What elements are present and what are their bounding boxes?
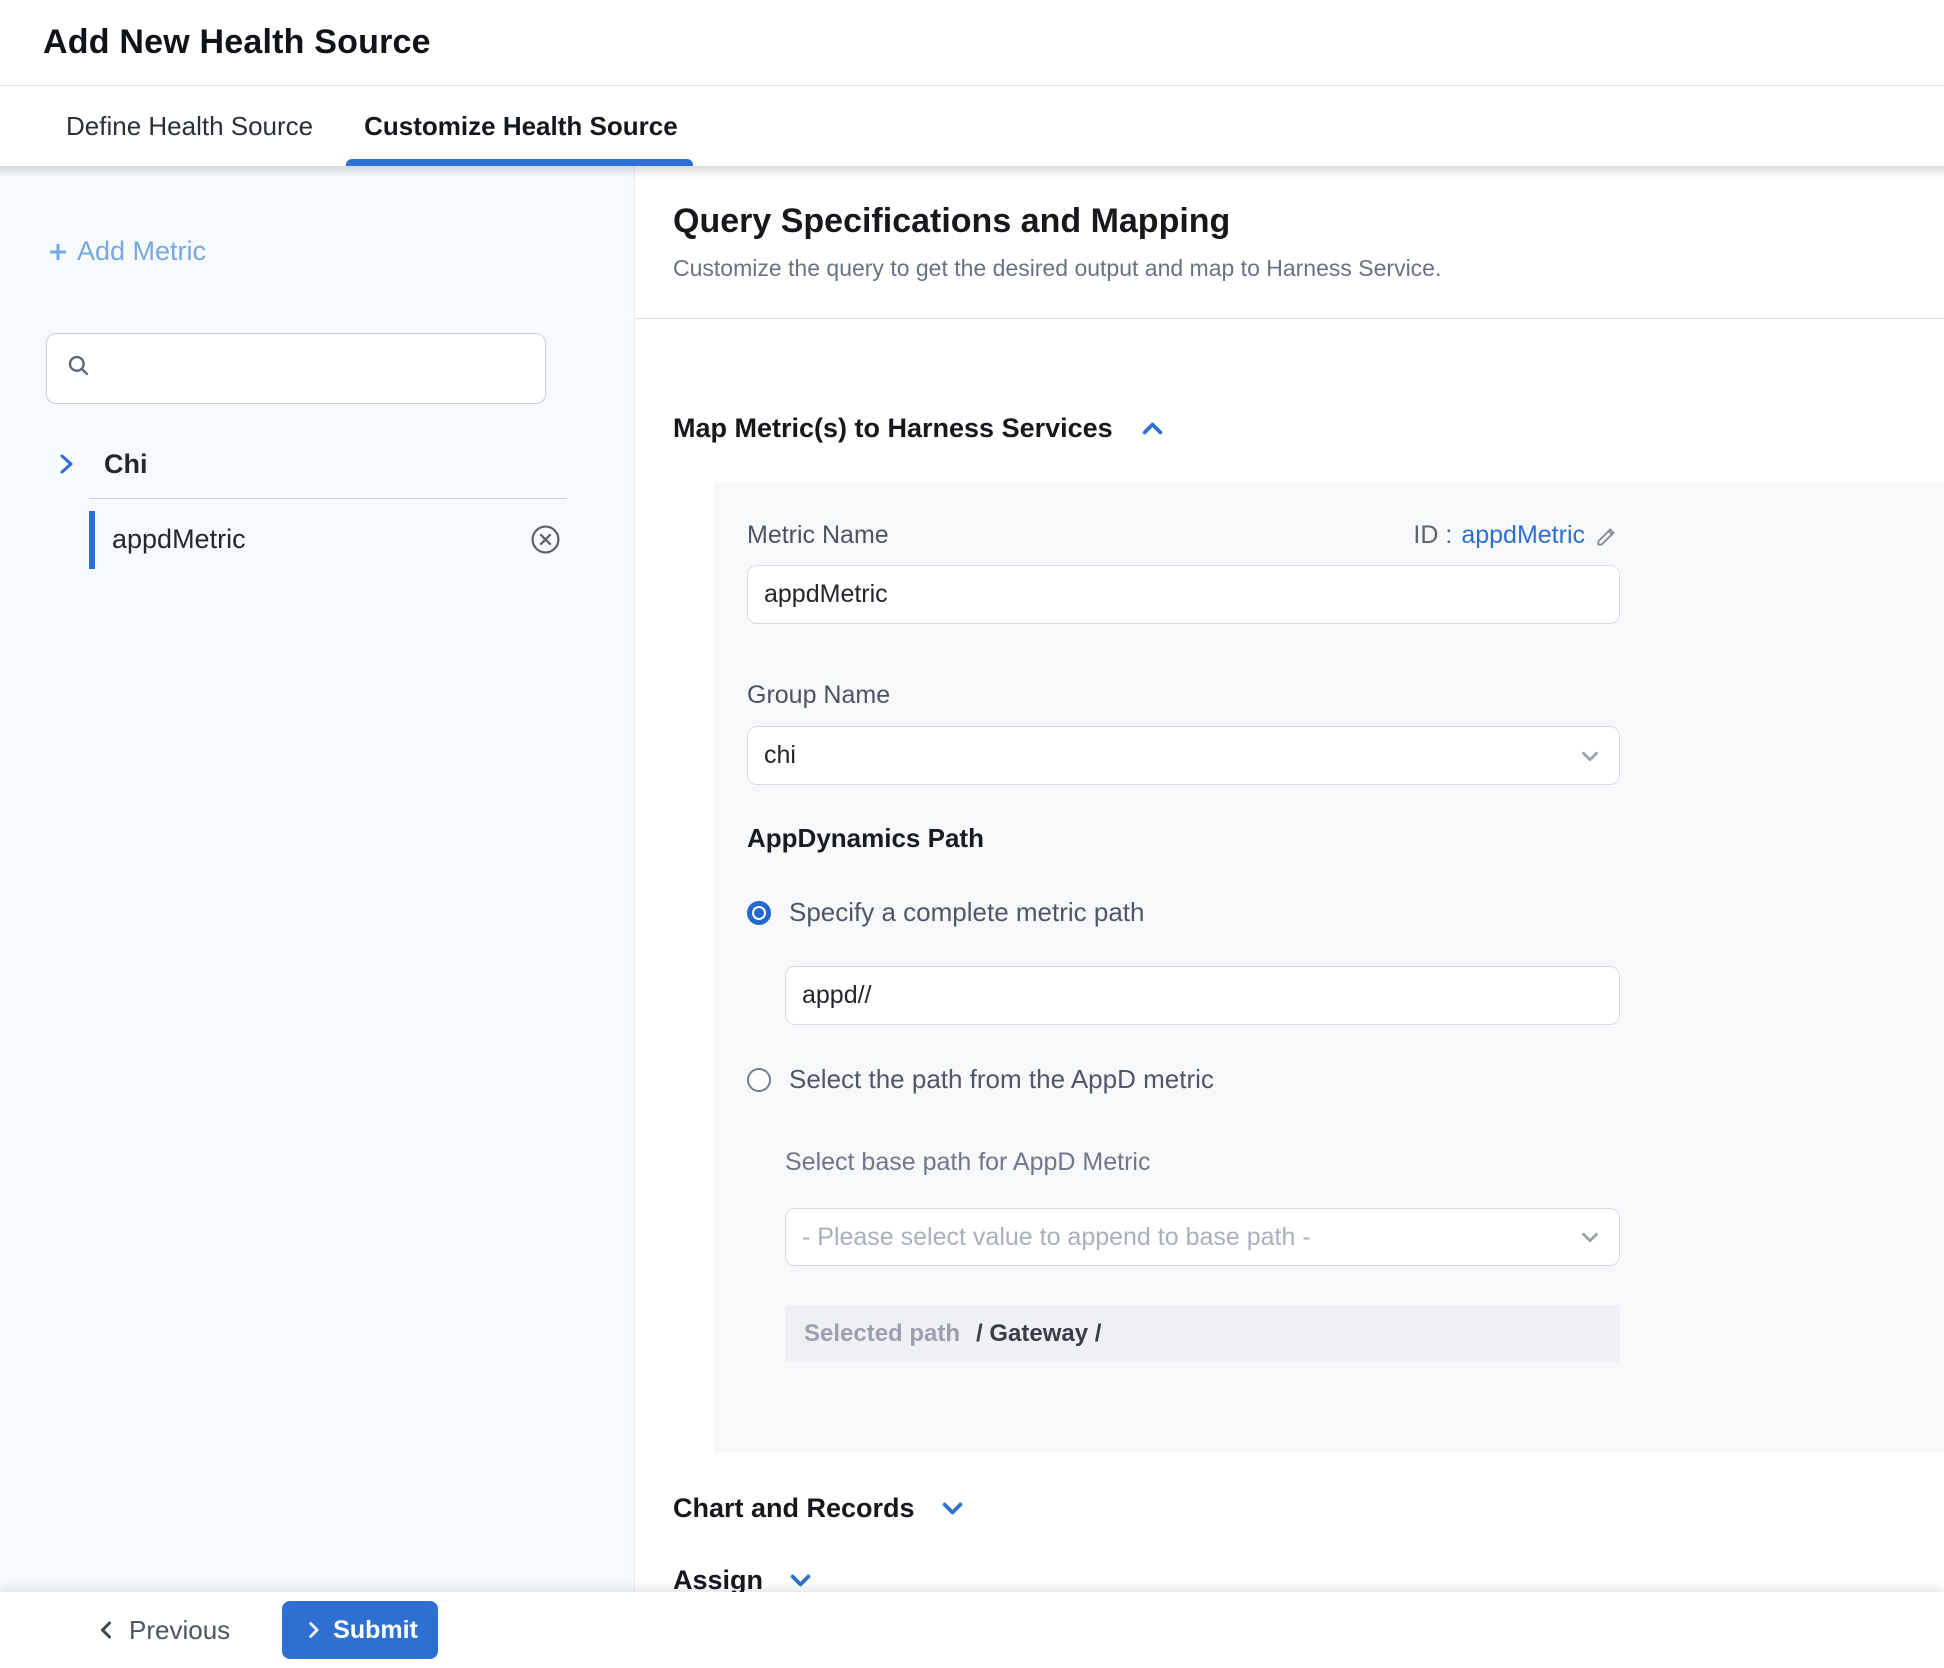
edit-id-button[interactable] (1594, 523, 1620, 549)
circled-x-icon (530, 524, 561, 555)
sidebar-item-appdmetric[interactable]: appdMetric (89, 511, 567, 569)
metric-name-label: Metric Name (747, 521, 889, 550)
complete-metric-path-input[interactable] (785, 966, 1620, 1025)
assign-title: Assign (673, 1565, 763, 1592)
metrics-sidebar: Add Metric Chi appdMetric (0, 166, 635, 1592)
chevron-right-icon (302, 1619, 324, 1641)
metric-name-label-row: Metric Name ID : appdMetric (747, 521, 1620, 550)
add-metric-button[interactable]: Add Metric (46, 236, 206, 267)
add-metric-label: Add Metric (77, 236, 206, 267)
section-heading: Query Specifications and Mapping (673, 202, 1944, 241)
group-label: Chi (104, 449, 148, 480)
expand-assign-button[interactable] (787, 1567, 814, 1592)
group-name-label: Group Name (747, 681, 1944, 710)
assign-section-header: Assign (635, 1565, 1944, 1592)
chart-and-records-title: Chart and Records (673, 1493, 915, 1524)
tab-bar: Define Health Source Customize Health So… (0, 86, 1944, 166)
radio-specify-metric-path[interactable]: Specify a complete metric path (747, 897, 1944, 928)
tab-customize-health-source[interactable]: Customize Health Source (364, 86, 678, 166)
delete-metric-button[interactable] (530, 524, 561, 555)
metric-name-input[interactable] (747, 565, 1620, 624)
add-health-source-dialog: Add New Health Source Define Health Sour… (0, 0, 1944, 1668)
page-title: Add New Health Source (43, 23, 431, 62)
group-name-select[interactable]: chi (747, 726, 1620, 785)
metric-id-display: ID : appdMetric (1413, 521, 1620, 550)
sidebar-divider (89, 498, 567, 499)
dialog-body: Add Metric Chi appdMetric (0, 166, 1944, 1592)
chevron-down-icon (1577, 1224, 1603, 1250)
map-metrics-section-header: Map Metric(s) to Harness Services (635, 413, 1944, 444)
chart-and-records-section-header: Chart and Records (635, 1493, 1944, 1524)
chevron-left-icon (95, 1618, 119, 1642)
base-path-select[interactable]: - Please select value to append to base … (785, 1208, 1620, 1266)
radio-unselected-icon[interactable] (747, 1068, 771, 1092)
radio-select-appd-path[interactable]: Select the path from the AppD metric (747, 1064, 1944, 1095)
submit-label: Submit (333, 1616, 418, 1645)
dialog-footer: Previous Submit (0, 1592, 1944, 1668)
dialog-header: Add New Health Source (0, 0, 1944, 86)
collapse-map-metrics-button[interactable] (1139, 415, 1166, 442)
metric-search-input[interactable] (104, 353, 526, 383)
metric-mapping-card: Metric Name ID : appdMetric Group Name (714, 483, 1944, 1452)
section-subheading: Customize the query to get the desired o… (673, 255, 1944, 282)
radio-selected-icon[interactable] (747, 901, 771, 925)
previous-label: Previous (129, 1615, 230, 1646)
tab-label: Define Health Source (66, 111, 313, 142)
radio-specify-label: Specify a complete metric path (789, 897, 1145, 928)
chevron-down-icon (1577, 743, 1603, 769)
chevron-down-icon (939, 1495, 966, 1522)
main-heading-block: Query Specifications and Mapping Customi… (635, 202, 1944, 282)
metric-group-chi[interactable]: Chi (54, 449, 634, 480)
selected-path-label: Selected path (804, 1320, 960, 1348)
map-metrics-title: Map Metric(s) to Harness Services (673, 413, 1113, 444)
chevron-down-icon (787, 1567, 814, 1592)
heading-divider (635, 318, 1944, 319)
selected-path-value: / Gateway / (976, 1320, 1101, 1348)
tab-define-health-source[interactable]: Define Health Source (66, 86, 313, 166)
id-prefix: ID : (1413, 521, 1452, 550)
metric-search-box (46, 333, 546, 404)
group-name-value: chi (764, 741, 796, 770)
chevron-right-icon (54, 452, 78, 476)
radio-select-label: Select the path from the AppD metric (789, 1064, 1214, 1095)
previous-button[interactable]: Previous (95, 1615, 230, 1646)
submit-button[interactable]: Submit (282, 1601, 438, 1659)
plus-icon (46, 240, 70, 264)
chevron-up-icon (1139, 415, 1166, 442)
pencil-icon (1594, 523, 1620, 549)
query-specifications-panel: Query Specifications and Mapping Customi… (635, 166, 1944, 1592)
id-value[interactable]: appdMetric (1461, 521, 1585, 550)
base-path-label: Select base path for AppD Metric (785, 1148, 1944, 1177)
search-icon (66, 353, 92, 384)
base-path-placeholder: - Please select value to append to base … (802, 1223, 1311, 1252)
metric-item-label: appdMetric (112, 524, 246, 555)
appdynamics-path-label: AppDynamics Path (747, 823, 1944, 854)
selected-path-display: Selected path / Gateway / (785, 1305, 1620, 1362)
expand-chart-records-button[interactable] (939, 1495, 966, 1522)
tab-label: Customize Health Source (364, 111, 678, 142)
